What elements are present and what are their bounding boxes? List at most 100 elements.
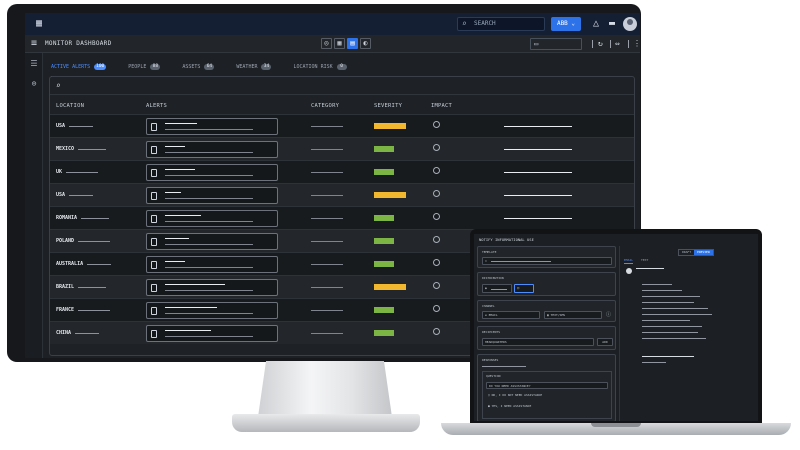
notify-title: NOTIFY INFORMATIONAL USE (479, 237, 534, 242)
document-icon (151, 238, 157, 246)
info-icon[interactable]: ⓘ (606, 311, 611, 318)
layers-icon[interactable]: ⊜ (29, 79, 39, 88)
message-text-line (642, 356, 694, 357)
table-row[interactable]: UK (50, 160, 634, 183)
refresh-icon[interactable]: ↻ (598, 38, 603, 50)
more-icon[interactable]: ⋮ (633, 38, 640, 50)
alert-cell[interactable] (146, 256, 278, 273)
alert-title (165, 192, 181, 193)
table-row[interactable]: USA (50, 183, 634, 206)
impact-icon[interactable] (433, 144, 440, 151)
monitor-icon[interactable]: ▬ (605, 16, 619, 32)
grid-view-icon[interactable]: ▦ (334, 38, 345, 49)
alert-title (165, 169, 195, 170)
bell-icon[interactable]: △ (589, 16, 603, 32)
impact-icon[interactable] (433, 213, 440, 220)
template-select[interactable]: ▭ (482, 257, 612, 265)
monitor-stand-base (232, 414, 420, 432)
impact-icon[interactable] (433, 328, 440, 335)
impact-icon[interactable] (433, 236, 440, 243)
table-row[interactable]: ROMANIA (50, 206, 634, 229)
tab-weather[interactable]: WEATHER 34 (236, 60, 272, 74)
location-cell: CHINA (56, 329, 100, 337)
impact-icon[interactable] (433, 282, 440, 289)
add-recipient-button[interactable]: ADD (597, 338, 613, 346)
org-dropdown-button[interactable]: ABB ⌄ (551, 17, 581, 31)
message-text-line (642, 284, 672, 285)
recipient-input[interactable]: HEADQUARTERS (482, 338, 594, 346)
impact-icon[interactable] (433, 121, 440, 128)
filter-icon[interactable]: ☰ (29, 59, 39, 68)
channel-email[interactable]: ✉ EMAIL (482, 311, 540, 319)
location-detail (78, 309, 111, 311)
column-header-severity[interactable]: SEVERITY (374, 101, 402, 111)
alert-cell[interactable] (146, 210, 278, 227)
menu-icon[interactable]: ≡ (31, 38, 37, 50)
alert-cell[interactable] (146, 118, 278, 135)
impact-icon[interactable] (433, 305, 440, 312)
alert-cell[interactable] (146, 279, 278, 296)
map-pin-icon[interactable]: ◎ (321, 38, 332, 49)
table-row[interactable]: MEXICO (50, 137, 634, 160)
alert-cell[interactable] (146, 141, 278, 158)
column-header-alerts[interactable]: ALERTS (146, 101, 167, 111)
tab-people[interactable]: PEOPLE 88 (128, 60, 161, 74)
category-cell (311, 241, 343, 242)
column-header-location[interactable]: LOCATION (56, 101, 84, 111)
location-name: CHINA (56, 330, 72, 336)
date-picker[interactable]: ▭ (530, 38, 582, 50)
tab-text-preview[interactable]: TEXT (641, 258, 648, 264)
avatar[interactable] (623, 17, 637, 31)
impact-icon[interactable] (433, 167, 440, 174)
location-cell: USA (56, 191, 94, 199)
document-icon (151, 169, 157, 177)
category-cell (311, 172, 343, 173)
impact-icon[interactable] (433, 190, 440, 197)
alert-cell[interactable] (146, 325, 278, 342)
alert-cell[interactable] (146, 233, 278, 250)
alert-subtitle (165, 336, 253, 337)
tab-email-preview[interactable]: EMAIL (624, 258, 634, 264)
distribution-option-1[interactable]: ◉ (482, 284, 512, 293)
location-name: UK (56, 169, 63, 175)
severity-bar (374, 215, 394, 221)
sender-avatar (626, 268, 632, 274)
impact-detail (504, 149, 572, 150)
response-option-yes[interactable]: ● YES, I NEED ASSISTANCE (486, 403, 608, 411)
email-icon: ✉ (485, 313, 487, 317)
category-cell (311, 333, 343, 334)
question-input[interactable]: DO YOU NEED ASSISTANCE? (486, 382, 608, 389)
message-text-line (642, 308, 708, 309)
alert-title (165, 123, 197, 124)
column-header-category[interactable]: CATEGORY (311, 101, 339, 111)
app-grid-icon[interactable]: ▦ (33, 18, 45, 30)
impact-icon[interactable] (433, 259, 440, 266)
global-search[interactable]: ⌕ SEARCH (457, 17, 545, 31)
tab-assets[interactable]: ASSETS 64 (182, 60, 215, 74)
column-header-impact[interactable]: IMPACT (431, 101, 452, 111)
location-cell: USA (56, 122, 94, 130)
distribution-label: DISTRIBUTION (482, 276, 504, 280)
preview-toggle[interactable]: PREVIEW (694, 250, 713, 255)
tab-active-alerts[interactable]: ACTIVE ALERTS 100 (51, 60, 107, 77)
table-view-icon[interactable]: ▤ (347, 38, 358, 49)
document-icon (151, 146, 157, 154)
distribution-option-2[interactable]: ⛭ (514, 284, 534, 293)
alert-cell[interactable] (146, 164, 278, 181)
location-detail (75, 332, 100, 334)
alert-cell[interactable] (146, 187, 278, 204)
alert-title (165, 307, 217, 308)
response-option-no[interactable]: ◯ NO, I DO NOT NEED ASSISTANCE (486, 392, 608, 400)
severity-bar (374, 261, 394, 267)
category-cell (311, 264, 343, 265)
globe-icon[interactable]: ◐ (360, 38, 371, 49)
tab-location-risk[interactable]: LOCATION RISK 0 (293, 60, 347, 74)
settings-icon[interactable]: ⇔ (615, 38, 620, 50)
table-row[interactable]: USA (50, 114, 634, 137)
channel-text[interactable]: ▣ TEXT/SMS (544, 311, 602, 319)
monitor-stand (258, 361, 392, 417)
alert-cell[interactable] (146, 302, 278, 319)
draft-toggle[interactable]: DRAFT (679, 250, 694, 255)
table-search[interactable]: ⌕ (50, 77, 634, 95)
channel-text-label: TEXT/SMS (550, 313, 566, 317)
